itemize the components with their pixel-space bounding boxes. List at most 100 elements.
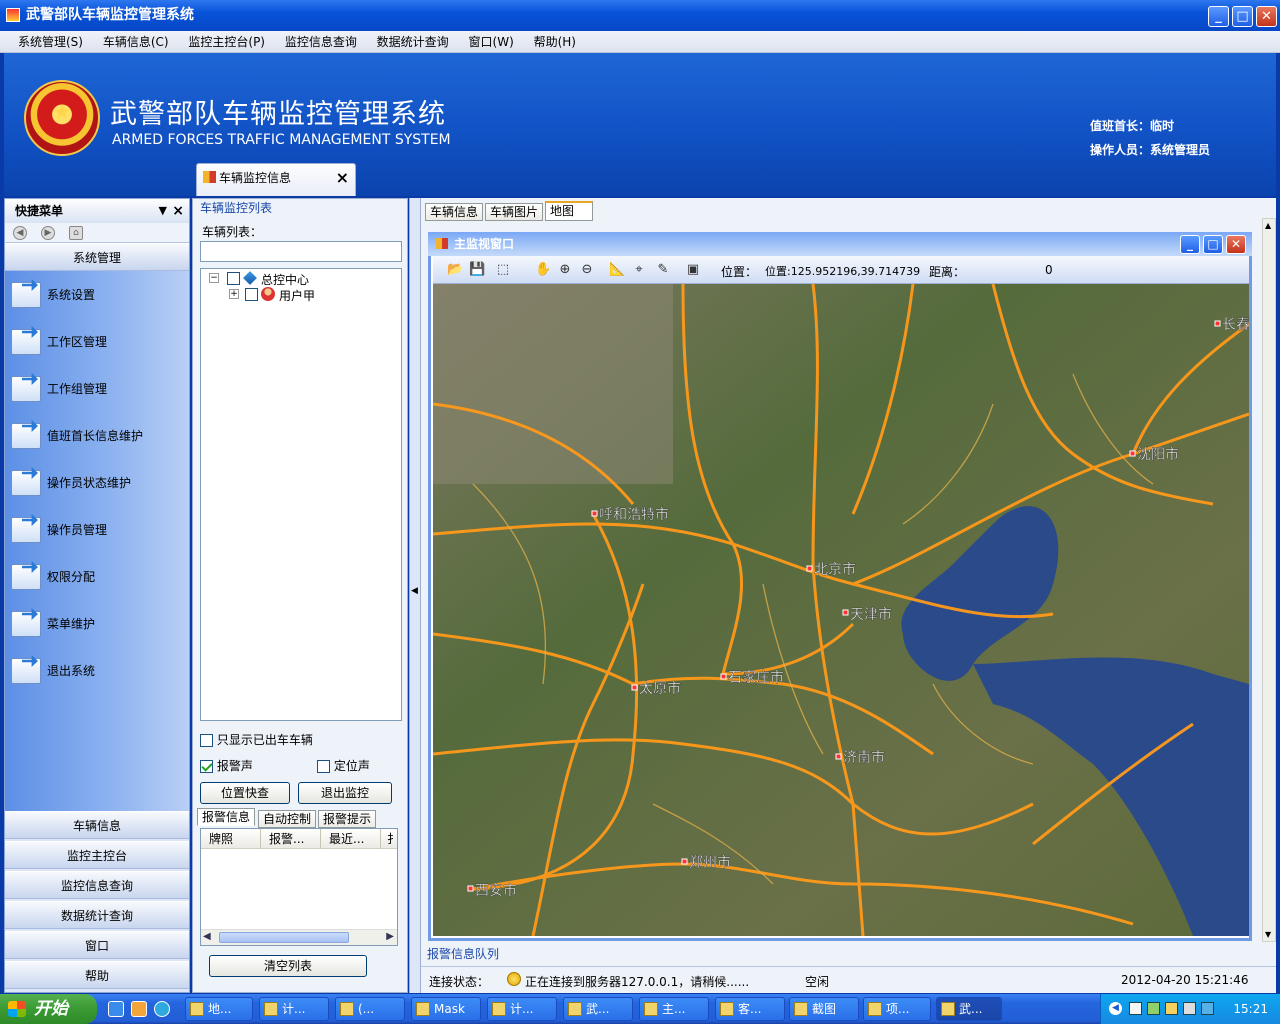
task-item-9[interactable]: 截图: [789, 997, 859, 1021]
ie-icon[interactable]: [108, 1001, 124, 1017]
map-close-button[interactable]: ✕: [1226, 235, 1246, 254]
col-more[interactable]: 扌: [381, 829, 399, 849]
menu-system[interactable]: 系统管理(S): [10, 31, 91, 53]
group-stats-query[interactable]: 数据统计查询: [5, 901, 189, 929]
tree-root-label[interactable]: 总控中心: [261, 271, 309, 288]
tray-network-icon[interactable]: [1129, 1002, 1142, 1015]
eraser-icon[interactable]: ✎: [655, 262, 671, 278]
maximize-button[interactable]: □: [1232, 6, 1253, 27]
item-operator-status[interactable]: 操作员状态维护: [11, 467, 187, 499]
task-item-11[interactable]: 武...: [936, 997, 1002, 1021]
open-folder-icon[interactable]: 📂: [447, 262, 463, 278]
identify-icon[interactable]: ⌖: [631, 262, 647, 278]
item-exit-system[interactable]: 退出系统: [11, 655, 187, 687]
close-tab-icon[interactable]: ×: [336, 164, 349, 192]
collapse-icon[interactable]: −: [209, 273, 219, 283]
pan-hand-icon[interactable]: ✋: [535, 262, 551, 278]
tree-child-label[interactable]: 用户甲: [279, 287, 315, 304]
start-button[interactable]: 开始: [0, 994, 97, 1024]
task-item-3[interactable]: (...: [335, 997, 405, 1021]
scroll-up-icon[interactable]: ▲: [1265, 221, 1271, 230]
menu-monitor-query[interactable]: 监控信息查询: [277, 31, 365, 53]
root-checkbox[interactable]: [227, 272, 240, 285]
tab-vehicle-monitor[interactable]: 车辆监控信息 ×: [196, 163, 356, 196]
browser-icon[interactable]: [154, 1001, 170, 1017]
col-plate[interactable]: 牌照: [201, 829, 261, 849]
item-workarea[interactable]: 工作区管理: [11, 326, 187, 358]
task-item-8[interactable]: 客...: [715, 997, 785, 1021]
scroll-right-icon[interactable]: ▶: [386, 931, 394, 942]
tray-usb-icon[interactable]: [1165, 1002, 1178, 1015]
only-out-checkbox[interactable]: [200, 734, 213, 747]
scroll-thumb[interactable]: [219, 932, 349, 943]
exit-monitor-button[interactable]: 退出监控: [298, 782, 392, 804]
alarm-sound-option[interactable]: 报警声: [200, 757, 253, 774]
locate-sound-checkbox[interactable]: [317, 760, 330, 773]
task-item-1[interactable]: 地...: [185, 997, 253, 1021]
expand-icon[interactable]: +: [229, 289, 239, 299]
map-minimize-button[interactable]: _: [1180, 235, 1200, 254]
tray-volume-icon[interactable]: [1183, 1002, 1196, 1015]
back-icon[interactable]: ◀: [13, 226, 27, 240]
dropdown-icon[interactable]: ▼: [159, 199, 167, 223]
media-icon[interactable]: [131, 1001, 147, 1017]
menu-help[interactable]: 帮助(H): [526, 31, 584, 53]
menu-window[interactable]: 窗口(W): [461, 31, 522, 53]
task-item-10[interactable]: 项...: [863, 997, 931, 1021]
group-help[interactable]: 帮助: [5, 961, 189, 989]
child-checkbox[interactable]: [245, 288, 258, 301]
collapse-left-icon[interactable]: ◀: [411, 586, 418, 596]
group-vehicle-info[interactable]: 车辆信息: [5, 811, 189, 839]
task-item-6[interactable]: 武...: [563, 997, 633, 1021]
menu-vehicle[interactable]: 车辆信息(C): [95, 31, 177, 53]
minimize-button[interactable]: _: [1208, 6, 1229, 27]
menu-stats-query[interactable]: 数据统计查询: [369, 31, 457, 53]
tab-alarm-info[interactable]: 报警信息: [197, 808, 256, 826]
tab-vehicle-photo[interactable]: 车辆图片: [485, 203, 544, 221]
forward-icon[interactable]: ▶: [41, 226, 55, 240]
menu-console[interactable]: 监控主控台(P): [180, 31, 273, 53]
map-canvas[interactable]: 长春 沈阳市 呼和浩特市 北京市 天津市 太原市 石家庄市 济南市 郑州市 西安…: [433, 284, 1249, 936]
tray-app-icon[interactable]: [1147, 1002, 1160, 1015]
horizontal-scrollbar[interactable]: ◀ ▶: [201, 929, 397, 945]
vehicle-search-input[interactable]: [200, 241, 402, 262]
tab-alarm-tips[interactable]: 报警提示: [318, 810, 377, 828]
tray-clock[interactable]: 15:21: [1233, 1002, 1268, 1016]
only-out-option[interactable]: 只显示已出车车辆: [200, 731, 313, 748]
zoom-out-icon[interactable]: ⊖: [579, 262, 595, 278]
task-item-7[interactable]: 主...: [639, 997, 709, 1021]
group-monitor-query[interactable]: 监控信息查询: [5, 871, 189, 899]
task-item-5[interactable]: 计...: [487, 997, 557, 1021]
task-item-4[interactable]: Mask: [411, 997, 481, 1021]
clear-list-button[interactable]: 清空列表: [209, 955, 367, 977]
group-console[interactable]: 监控主控台: [5, 841, 189, 869]
tab-map[interactable]: 地图: [545, 201, 593, 221]
panel-splitter[interactable]: ◀: [409, 198, 421, 993]
save-icon[interactable]: 💾: [469, 262, 485, 278]
tray-monitor-icon[interactable]: [1201, 1002, 1214, 1015]
col-recent[interactable]: 最近...: [321, 829, 381, 849]
tab-auto-control[interactable]: 自动控制: [258, 810, 317, 828]
col-alarm[interactable]: 报警...: [261, 829, 321, 849]
tab-vehicle-info[interactable]: 车辆信息: [425, 203, 484, 221]
alarm-sound-checkbox[interactable]: [200, 760, 213, 773]
scroll-down-icon[interactable]: ▼: [1265, 930, 1271, 939]
close-icon[interactable]: ×: [172, 199, 184, 223]
close-button[interactable]: ✕: [1256, 6, 1277, 27]
zoom-in-icon[interactable]: ⊕: [557, 262, 573, 278]
select-icon[interactable]: ⬚: [495, 262, 511, 278]
item-system-settings[interactable]: 系统设置: [11, 279, 187, 311]
quick-locate-button[interactable]: 位置快查: [200, 782, 290, 804]
item-operator-management[interactable]: 操作员管理: [11, 514, 187, 546]
group-system-management[interactable]: 系统管理: [5, 243, 189, 271]
map-maximize-button[interactable]: □: [1203, 235, 1223, 254]
measure-icon[interactable]: 📐: [609, 262, 625, 278]
satellite-map[interactable]: 长春 沈阳市 呼和浩特市 北京市 天津市 太原市 石家庄市 济南市 郑州市 西安…: [433, 284, 1249, 936]
vertical-scrollbar[interactable]: ▲ ▼: [1262, 218, 1276, 942]
tray-expand-icon[interactable]: ◀: [1109, 1002, 1122, 1015]
scroll-left-icon[interactable]: ◀: [203, 931, 211, 942]
item-permissions[interactable]: 权限分配: [11, 561, 187, 593]
item-duty-chief[interactable]: 值班首长信息维护: [11, 420, 187, 452]
item-workgroup[interactable]: 工作组管理: [11, 373, 187, 405]
item-menu-maintenance[interactable]: 菜单维护: [11, 608, 187, 640]
